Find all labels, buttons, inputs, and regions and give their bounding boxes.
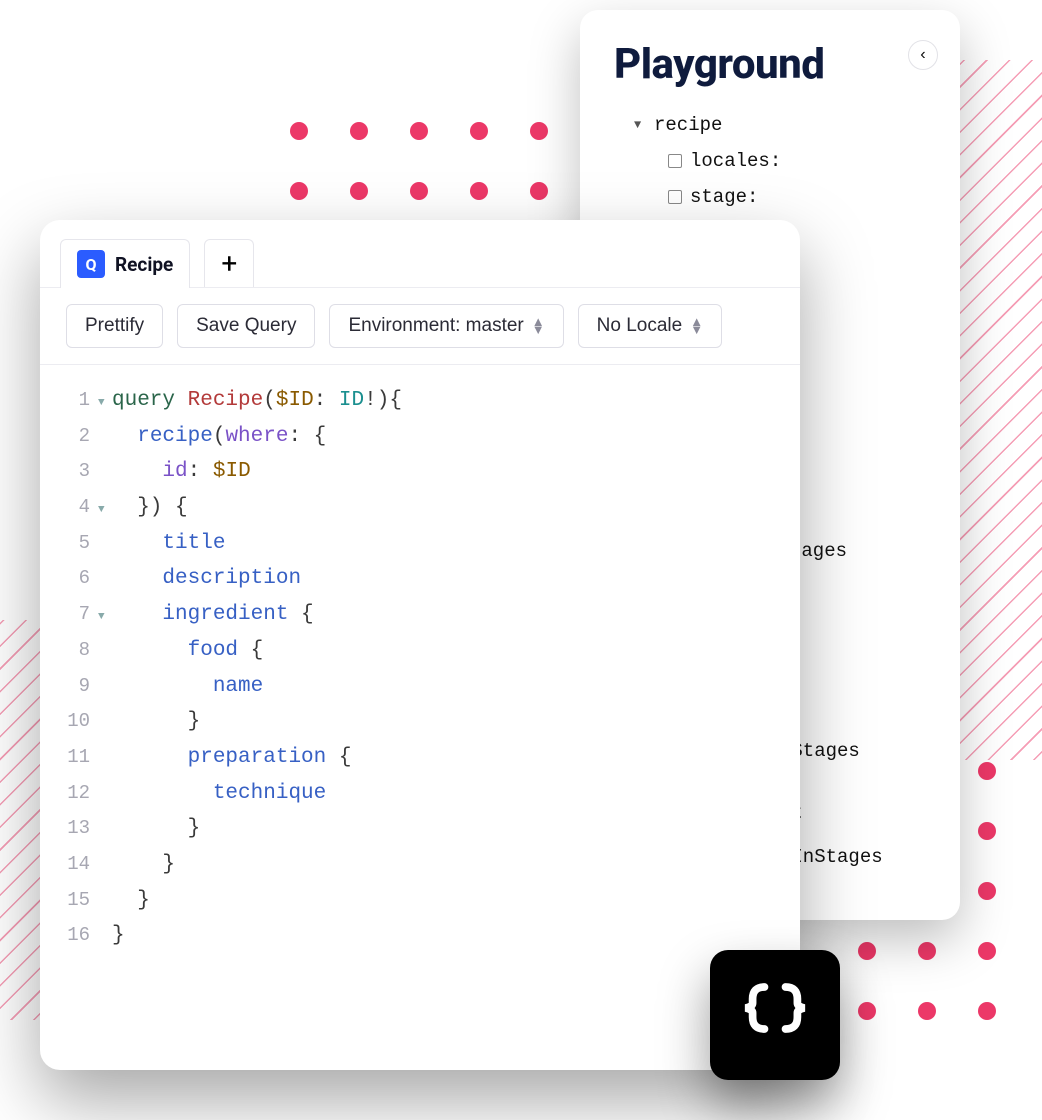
button-label: Environment: master	[348, 315, 523, 337]
code-line[interactable]: 14 }	[54, 847, 786, 883]
code-line[interactable]: 6 description	[54, 561, 786, 597]
line-number: 9	[54, 670, 98, 702]
caret-down-icon: ▼	[634, 114, 648, 137]
code-line[interactable]: 4▼ }) {	[54, 490, 786, 526]
braces-icon	[740, 982, 810, 1048]
button-label: No Locale	[597, 315, 683, 337]
plus-icon: +	[221, 247, 237, 280]
line-number: 2	[54, 420, 98, 452]
editor-toolbar: Prettify Save Query Environment: master …	[40, 287, 800, 365]
code-line[interactable]: 11 preparation {	[54, 740, 786, 776]
tab-label: Recipe	[115, 253, 173, 276]
explorer-tree[interactable]: ▼ recipe locales: stage:	[634, 107, 926, 215]
code-line[interactable]: 1▼query Recipe($ID: ID!){	[54, 383, 786, 419]
tab-bar: Q Recipe +	[40, 220, 800, 287]
tree-param-label: stage:	[690, 179, 758, 215]
code-line[interactable]: 9 name	[54, 669, 786, 705]
line-number: 13	[54, 812, 98, 844]
code-content: }	[112, 918, 125, 954]
query-editor-panel: Q Recipe + Prettify Save Query Environme…	[40, 220, 800, 1070]
code-line[interactable]: 10 }	[54, 704, 786, 740]
code-content: name	[112, 669, 263, 705]
code-content: preparation {	[112, 740, 351, 776]
line-number: 5	[54, 527, 98, 559]
line-number: 4	[54, 491, 98, 523]
new-tab-button[interactable]: +	[204, 239, 254, 287]
tree-param-stage[interactable]: stage:	[668, 179, 926, 215]
code-line[interactable]: 12 technique	[54, 776, 786, 812]
line-number: 12	[54, 777, 98, 809]
sort-icon: ▲▼	[532, 318, 545, 334]
chevron-left-icon: ‹	[918, 46, 928, 64]
code-content: food {	[112, 633, 263, 669]
code-line[interactable]: 5 title	[54, 526, 786, 562]
line-number: 1	[54, 384, 98, 416]
code-line[interactable]: 13 }	[54, 811, 786, 847]
code-content: description	[112, 561, 301, 597]
tree-param-label: locales:	[690, 143, 781, 179]
tab-recipe[interactable]: Q Recipe	[60, 239, 190, 288]
collapse-button[interactable]: ‹	[908, 40, 938, 70]
code-content: title	[112, 526, 225, 562]
fold-caret-icon[interactable]: ▼	[98, 501, 112, 520]
code-content: }	[112, 704, 200, 740]
tree-node-label: recipe	[654, 107, 722, 143]
graphql-icon-chip	[710, 950, 840, 1080]
fold-caret-icon[interactable]: ▼	[98, 394, 112, 413]
checkbox-icon[interactable]	[668, 190, 682, 204]
checkbox-icon[interactable]	[668, 154, 682, 168]
line-number: 10	[54, 705, 98, 737]
fold-caret-icon[interactable]: ▼	[98, 608, 112, 627]
code-line[interactable]: 8 food {	[54, 633, 786, 669]
code-content: }) {	[112, 490, 188, 526]
code-content: recipe(where: {	[112, 419, 326, 455]
prettify-button[interactable]: Prettify	[66, 304, 163, 348]
line-number: 8	[54, 634, 98, 666]
code-line[interactable]: 3 id: $ID	[54, 454, 786, 490]
code-line[interactable]: 7▼ ingredient {	[54, 597, 786, 633]
environment-select[interactable]: Environment: master ▲▼	[329, 304, 563, 348]
line-number: 14	[54, 848, 98, 880]
code-content: }	[112, 811, 200, 847]
sort-icon: ▲▼	[690, 318, 703, 334]
line-number: 15	[54, 884, 98, 916]
code-line[interactable]: 16}	[54, 918, 786, 954]
code-editor[interactable]: 1▼query Recipe($ID: ID!){2 recipe(where:…	[40, 365, 800, 972]
tree-node-recipe[interactable]: ▼ recipe	[634, 107, 926, 143]
button-label: Prettify	[85, 315, 144, 337]
code-content: id: $ID	[112, 454, 251, 490]
code-content: technique	[112, 776, 326, 812]
code-content: }	[112, 883, 150, 919]
tree-param-locales[interactable]: locales:	[668, 143, 926, 179]
save-query-button[interactable]: Save Query	[177, 304, 315, 348]
query-type-badge: Q	[77, 250, 105, 278]
code-content: }	[112, 847, 175, 883]
line-number: 11	[54, 741, 98, 773]
code-line[interactable]: 15 }	[54, 883, 786, 919]
line-number: 16	[54, 919, 98, 951]
button-label: Save Query	[196, 315, 296, 337]
line-number: 7	[54, 598, 98, 630]
page-title: Playground	[614, 40, 926, 89]
code-line[interactable]: 2 recipe(where: {	[54, 419, 786, 455]
code-content: ingredient {	[112, 597, 314, 633]
line-number: 3	[54, 455, 98, 487]
line-number: 6	[54, 562, 98, 594]
locale-select[interactable]: No Locale ▲▼	[578, 304, 722, 348]
code-content: query Recipe($ID: ID!){	[112, 383, 402, 419]
